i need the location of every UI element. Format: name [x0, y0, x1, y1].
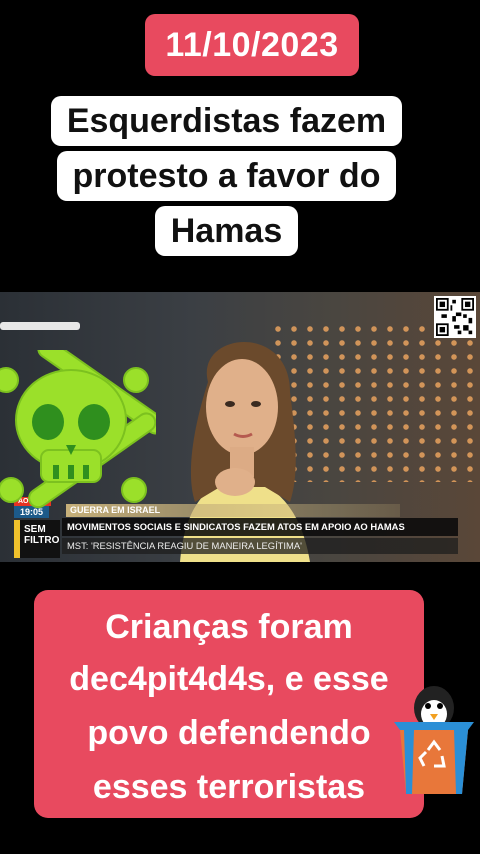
- main-ticker: MOVIMENTOS SOCIAIS E SINDICATOS FAZEM AT…: [62, 518, 458, 536]
- program-logo: SEM FILTRO: [14, 520, 60, 558]
- headline-bottom-line2: dec4pit4d4s, e esse: [69, 660, 389, 698]
- headline-top-text: Esquerdistas fazem protesto a favor do H…: [50, 96, 403, 256]
- program-logo-line2: FILTRO: [24, 535, 60, 546]
- headline-bottom-line4: esses terroristas: [92, 768, 366, 806]
- headline-top: Esquerdistas fazem protesto a favor do H…: [24, 94, 429, 259]
- date-badge: 11/10/2023: [145, 14, 359, 76]
- program-logo-bar: [14, 520, 20, 558]
- skull-crossbones-icon: [0, 350, 156, 509]
- sub-ticker: MST: 'RESISTÊNCIA REAGIU DE MANEIRA LEGÍ…: [62, 538, 458, 554]
- recycle-bin-penguin-icon: [394, 686, 474, 794]
- qr-code-icon: [434, 296, 476, 338]
- studio-light: [0, 322, 80, 330]
- program-logo-line1: SEM: [24, 524, 46, 535]
- headline-bottom-line1: Crianças foram: [105, 608, 353, 646]
- headline-bottom-line3: povo defendendo: [87, 714, 371, 752]
- headline-bottom: Crianças foram dec4pit4d4s, e esse povo …: [34, 590, 424, 818]
- date-text: 11/10/2023: [165, 25, 339, 64]
